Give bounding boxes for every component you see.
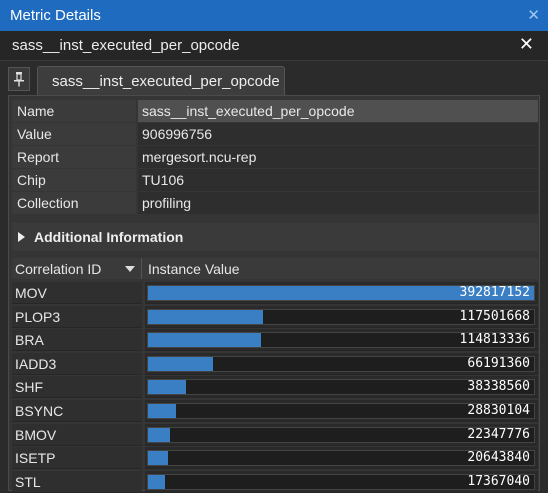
property-key: Chip [12,169,136,191]
value-bar-fill [148,333,261,348]
value-bar-fill [148,356,214,371]
instance-value-text: 392817152 [459,285,530,300]
instance-value-text: 28830104 [467,403,530,418]
instance-value-cell: 20643840 [145,447,538,470]
table-row[interactable]: STL 17367040 [12,470,538,493]
instance-value-text: 17367040 [467,473,530,489]
instance-value-text: 114813336 [459,332,530,348]
property-row-report[interactable]: Report mergesort.ncu-rep [12,146,538,168]
table-row[interactable]: MOV 392817152 [12,282,538,304]
property-value: profiling [138,192,538,214]
additional-info-toggle[interactable]: Additional Information [12,223,538,251]
property-key: Value [12,123,136,145]
instance-value-text: 117501668 [459,308,530,324]
table-row[interactable]: BRA 114813336 [12,329,538,352]
property-value: sass__inst_executed_per_opcode [138,100,538,122]
window-titlebar: Metric Details ✕ [0,0,548,32]
correlation-id-cell: BRA [12,329,142,352]
additional-info-label: Additional Information [34,229,184,245]
instance-value-cell: 117501668 [145,305,538,328]
tab-label: sass__inst_executed_per_opcode [52,73,280,90]
correlation-id-cell: ISETP [12,447,142,470]
pin-button[interactable] [8,67,30,91]
metric-name-bar: sass__inst_executed_per_opcode ✕ [0,31,548,61]
table-row[interactable]: BSYNC 28830104 [12,400,538,422]
correlation-id-cell: BMOV [12,423,142,446]
value-bar-fill [148,380,186,395]
table-header: Correlation ID Instance Value [12,258,538,279]
instance-value-cell: 28830104 [145,400,538,422]
property-value: 906996756 [138,123,538,145]
instance-value-text: 20643840 [467,450,530,466]
triangle-right-icon [18,232,25,242]
splitter-handle[interactable] [0,355,4,385]
property-row-name[interactable]: Name sass__inst_executed_per_opcode [12,100,538,122]
table-row[interactable]: IADD3 66191360 [12,352,538,375]
pin-icon [14,72,24,87]
instance-value-text: 66191360 [467,355,530,371]
details-panel: Name sass__inst_executed_per_opcode Valu… [8,95,540,493]
close-icon[interactable]: ✕ [519,34,534,55]
instance-value-cell: 66191360 [145,352,538,375]
instance-value-text: 22347776 [467,426,530,442]
correlation-id-cell: MOV [12,282,142,304]
window-title: Metric Details [10,7,101,24]
metric-name: sass__inst_executed_per_opcode [12,37,240,54]
instance-value-text: 38338560 [467,379,530,395]
tab-bar: sass__inst_executed_per_opcode [0,61,548,96]
value-bar-fill [148,474,166,489]
value-bar-fill [148,404,177,418]
property-key: Collection [12,192,136,214]
correlation-id-cell: BSYNC [12,400,142,422]
value-bar-fill [148,451,169,466]
column-header-instance-value[interactable]: Instance Value [142,258,538,279]
property-row-value[interactable]: Value 906996756 [12,123,538,145]
instance-value-cell: 17367040 [145,470,538,493]
table-row[interactable]: PLOP3 117501668 [12,305,538,328]
instance-value-cell: 38338560 [145,376,538,399]
table-row[interactable]: SHF 38338560 [12,376,538,399]
table-row[interactable]: ISETP 20643840 [12,447,538,470]
correlation-id-cell: STL [12,470,142,493]
tab-metric[interactable]: sass__inst_executed_per_opcode [37,66,285,96]
column-header-correlation-id[interactable]: Correlation ID [12,258,142,279]
property-key: Report [12,146,136,168]
correlation-id-cell: IADD3 [12,352,142,375]
property-row-chip[interactable]: Chip TU106 [12,169,538,191]
property-key: Name [12,100,136,122]
sort-down-icon[interactable] [125,266,135,272]
correlation-id-cell: SHF [12,376,142,399]
column-header-label: Instance Value [148,261,240,277]
column-header-label: Correlation ID [15,261,102,277]
window-close-icon[interactable]: ✕ [527,6,540,24]
instance-value-cell: 392817152 [145,282,538,304]
instance-value-cell: 114813336 [145,329,538,352]
value-bar-fill [148,309,264,324]
property-row-collection[interactable]: Collection profiling [12,192,538,214]
table-row[interactable]: BMOV 22347776 [12,423,538,446]
value-bar-fill [148,427,170,442]
property-value: mergesort.ncu-rep [138,146,538,168]
correlation-id-cell: PLOP3 [12,305,142,328]
property-value: TU106 [138,169,538,191]
instance-value-cell: 22347776 [145,423,538,446]
